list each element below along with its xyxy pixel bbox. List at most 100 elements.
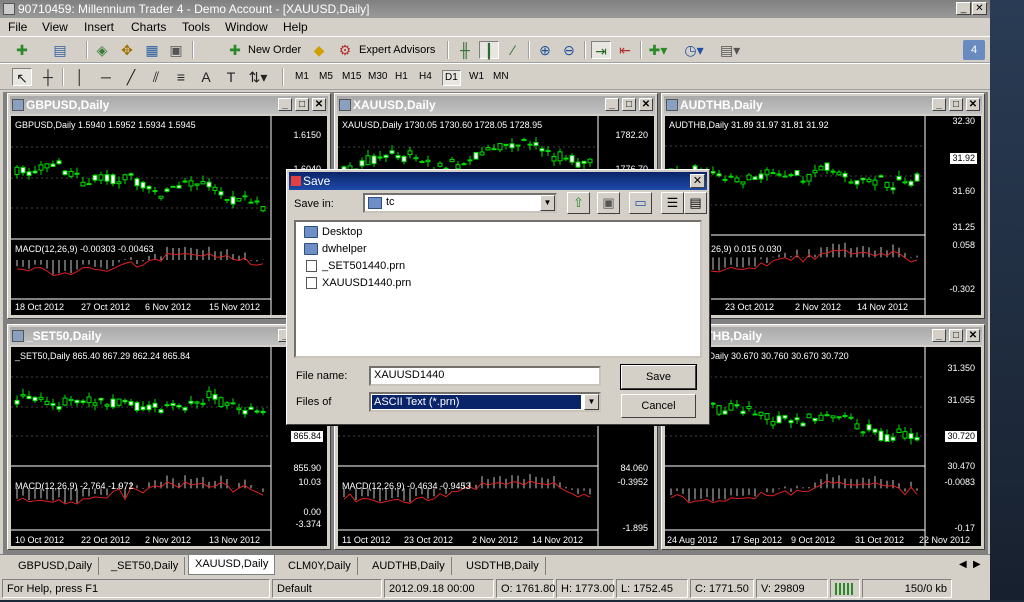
chart-canvas [665, 347, 926, 546]
new-chart-icon[interactable]: ✚ [12, 41, 32, 59]
indicators-icon[interactable]: ✚▾ [648, 41, 668, 59]
candle-body [509, 143, 515, 149]
horizontal-line-icon[interactable]: ─ [96, 68, 116, 86]
file-name-input[interactable]: XAUUSD1440 [369, 366, 601, 386]
chart-window-gbpusd[interactable]: GBPUSD,Daily _ □ ✕ GBPUSD,Daily 1.5940 1.5… [7, 93, 331, 319]
terminal-icon[interactable]: ▦ [142, 41, 162, 59]
list-item[interactable]: XAUUSD1440.prn [304, 275, 411, 291]
tab-xauusd[interactable]: XAUUSD,Daily [188, 555, 276, 575]
price-plot[interactable]: _SET50,Daily 865.40 867.29 862.24 865.84… [11, 347, 327, 546]
zoom-out-icon[interactable]: ⊖ [559, 41, 579, 59]
zoom-in-icon[interactable]: ⊕ [535, 41, 555, 59]
tab-usdthb[interactable]: USDTHB,Daily [460, 557, 546, 575]
maximize-button[interactable]: □ [949, 329, 963, 342]
minimize-button[interactable]: _ [932, 98, 946, 111]
list-view-icon[interactable]: ☰ [661, 192, 684, 214]
tab-scroll-right-icon[interactable]: ▶ [973, 559, 981, 570]
minimize-button[interactable]: _ [278, 98, 292, 111]
arrows-icon[interactable]: ⇅▾ [248, 68, 268, 86]
timeframe-m5[interactable]: M5 [317, 70, 335, 86]
up-folder-icon[interactable]: ⇧ [567, 192, 590, 214]
maximize-button[interactable]: □ [622, 98, 636, 111]
menu-help[interactable]: Help [283, 19, 308, 35]
minimize-button[interactable]: _ [932, 329, 946, 342]
timeframe-m1[interactable]: M1 [293, 70, 311, 86]
cancel-button[interactable]: Cancel [621, 394, 696, 418]
list-item[interactable]: dwhelper [304, 241, 367, 257]
auto-scroll-icon[interactable]: ⇥ [591, 41, 611, 59]
minimize-button[interactable]: _ [605, 98, 619, 111]
menu-insert[interactable]: Insert [84, 19, 114, 35]
channel-icon[interactable]: ⫽ [146, 68, 166, 86]
line-chart-icon[interactable]: ∕ [503, 41, 523, 59]
candle-body [581, 160, 587, 164]
warning-icon[interactable]: ◆ [309, 41, 329, 59]
tab-audthb[interactable]: AUDTHB,Daily [366, 557, 452, 575]
expert-advisors-icon[interactable]: ⚙ [335, 41, 355, 59]
fibonacci-icon[interactable]: ≡ [171, 68, 191, 86]
candlestick-icon[interactable]: ┃ [479, 41, 499, 59]
timeframe-w1[interactable]: W1 [467, 70, 486, 86]
chart-window-set50[interactable]: _SET50,Daily _□✕ _SET50,Daily 865.40 867… [7, 324, 331, 550]
profiles-icon[interactable]: ▤ [50, 41, 70, 59]
close-button[interactable]: ✕ [972, 2, 987, 15]
timeframe-m30[interactable]: M30 [366, 70, 389, 86]
trendline-icon[interactable]: ╱ [121, 68, 141, 86]
price-label: -3.374 [295, 519, 321, 529]
price-plot[interactable]: AUDTHB,Daily 31.89 31.97 31.81 31.92 32.… [665, 116, 981, 315]
chart-shift-icon[interactable]: ⇤ [615, 41, 635, 59]
text-icon[interactable]: A [196, 68, 216, 86]
notifications-badge[interactable]: 4 [963, 40, 985, 60]
save-button[interactable]: Save [620, 364, 697, 390]
close-button[interactable]: ✕ [966, 98, 980, 111]
timeframe-m15[interactable]: M15 [340, 70, 363, 86]
tab-clm0y[interactable]: CLM0Y,Daily [282, 557, 358, 575]
vertical-line-icon[interactable]: │ [70, 68, 90, 86]
chart-icon [12, 99, 24, 111]
market-watch-icon[interactable]: ◈ [92, 41, 112, 59]
candle-body [158, 195, 164, 199]
periods-icon[interactable]: ◷▾ [684, 41, 704, 59]
details-view-icon[interactable]: ▤ [684, 192, 707, 214]
minimize-button[interactable]: _ [956, 2, 971, 15]
tester-icon[interactable]: ▣ [166, 41, 186, 59]
dialog-close-button[interactable]: ✕ [690, 174, 705, 188]
timeframe-h4[interactable]: H4 [417, 70, 434, 86]
expert-advisors-button[interactable]: Expert Advisors [359, 42, 435, 58]
templates-icon[interactable]: ▤▾ [720, 41, 740, 59]
file-list[interactable]: Desktop dwhelper _SET501440.prn XAUUSD14… [294, 220, 702, 358]
list-item[interactable]: Desktop [304, 224, 362, 240]
tab-gbpusd[interactable]: GBPUSD,Daily [12, 557, 99, 575]
list-item[interactable]: _SET501440.prn [304, 258, 405, 274]
price-plot[interactable]: GBPUSD,Daily 1.5940 1.5952 1.5934 1.5945… [11, 116, 327, 315]
close-button[interactable]: ✕ [312, 98, 326, 111]
desktop-icon[interactable]: ▣ [597, 192, 620, 214]
tab-set50[interactable]: _SET50,Daily [105, 557, 186, 575]
label-icon[interactable]: T [221, 68, 241, 86]
new-order-button[interactable]: New Order [248, 42, 301, 58]
menu-window[interactable]: Window [225, 19, 268, 35]
new-order-icon[interactable]: ✚ [225, 41, 245, 59]
tab-scroll-left-icon[interactable]: ◀ [959, 559, 967, 570]
crosshair-icon[interactable]: ┼ [38, 68, 58, 86]
save-in-dropdown[interactable]: tc ▼ [363, 193, 557, 213]
close-button[interactable]: ✕ [639, 98, 653, 111]
timeframe-mn[interactable]: MN [491, 70, 511, 86]
files-of-type-dropdown[interactable]: ASCII Text (*.prn) ▼ [369, 392, 601, 412]
cursor-icon[interactable]: ↖ [12, 68, 32, 86]
timeframe-d1[interactable]: D1 [442, 70, 461, 86]
timeframe-h1[interactable]: H1 [393, 70, 410, 86]
maximize-button[interactable]: □ [295, 98, 309, 111]
navigator-icon[interactable]: ✥ [117, 41, 137, 59]
close-button[interactable]: ✕ [966, 329, 980, 342]
menu-tools[interactable]: Tools [182, 19, 210, 35]
menu-view[interactable]: View [42, 19, 68, 35]
bar-chart-icon[interactable]: ╫ [455, 41, 475, 59]
price-plot[interactable]: USDTHB,Daily 30.670 30.760 30.670 30.720… [665, 347, 981, 546]
menu-charts[interactable]: Charts [131, 19, 166, 35]
maximize-button[interactable]: □ [949, 98, 963, 111]
menu-file[interactable]: File [8, 19, 27, 35]
chevron-down-icon[interactable]: ▼ [540, 195, 555, 211]
chevron-down-icon[interactable]: ▼ [584, 394, 599, 410]
new-folder-icon[interactable]: ▭ [629, 192, 652, 214]
